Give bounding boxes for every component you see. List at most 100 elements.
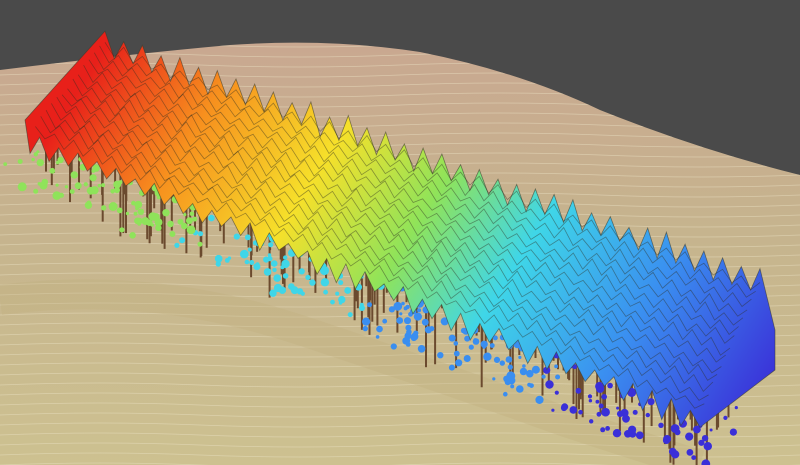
understory-point <box>390 343 397 350</box>
understory-point <box>480 340 488 348</box>
understory-point <box>174 242 180 248</box>
understory-point <box>359 302 364 307</box>
understory-point <box>622 414 630 423</box>
understory-point <box>37 182 42 186</box>
understory-point <box>628 425 637 434</box>
understory-point <box>300 291 305 296</box>
understory-point <box>17 159 23 164</box>
understory-point <box>282 273 289 279</box>
understory-point <box>729 428 738 436</box>
understory-point <box>179 237 186 244</box>
understory-point <box>177 218 184 225</box>
understory-point <box>263 268 272 276</box>
understory-point <box>110 188 115 194</box>
understory-point <box>404 317 411 325</box>
understory-point <box>691 455 697 460</box>
understory-point <box>399 312 403 316</box>
understory-point <box>723 415 728 420</box>
understory-point <box>186 225 196 235</box>
understory-point <box>69 189 75 194</box>
understory-point <box>162 209 170 217</box>
understory-point <box>545 380 554 389</box>
understory-point <box>268 242 274 248</box>
understory-point <box>155 224 162 232</box>
understory-point <box>402 337 411 345</box>
understory-point <box>249 260 255 265</box>
understory-point <box>214 254 223 263</box>
understory-point <box>347 312 353 318</box>
lidar-forest-point-cloud-scene <box>0 0 800 465</box>
understory-point <box>55 183 59 187</box>
understory-point <box>273 283 283 293</box>
understory-point <box>493 356 501 363</box>
understory-point <box>31 157 35 162</box>
understory-point <box>169 231 176 237</box>
understory-point <box>17 182 27 192</box>
understory-point <box>554 390 559 395</box>
understory-point <box>290 286 299 295</box>
understory-point <box>541 374 546 379</box>
understory-point <box>129 232 136 239</box>
understory-point <box>36 158 44 167</box>
understory-point <box>197 231 204 237</box>
understory-point <box>605 426 610 431</box>
understory-point <box>280 265 285 270</box>
understory-point <box>406 329 412 335</box>
understory-point <box>233 233 240 240</box>
understory-point <box>375 335 380 339</box>
understory-point <box>338 295 346 304</box>
understory-point <box>529 383 534 388</box>
understory-point <box>97 183 102 188</box>
understory-point <box>463 355 471 362</box>
understory-point <box>503 391 508 397</box>
understory-point <box>335 291 340 296</box>
understory-point <box>362 317 371 326</box>
understory-point <box>560 404 568 412</box>
understory-point <box>658 422 664 428</box>
understory-point <box>685 432 694 441</box>
understory-point <box>244 259 250 265</box>
understory-point <box>635 431 644 440</box>
understory-point <box>86 200 92 205</box>
understory-point <box>703 442 712 451</box>
understory-point <box>468 344 474 350</box>
understory-point <box>448 364 455 371</box>
understory-point <box>598 403 604 409</box>
understory-point <box>131 200 136 206</box>
understory-point <box>671 450 680 459</box>
understory-point <box>569 406 578 414</box>
understory-point <box>453 350 460 357</box>
understory-point <box>588 399 593 403</box>
understory-point <box>283 255 288 260</box>
understory-point <box>70 171 79 179</box>
understory-point <box>108 202 118 211</box>
understory-point <box>36 150 40 154</box>
understory-point <box>167 220 174 228</box>
understory-point <box>632 409 638 415</box>
understory-point <box>421 318 429 326</box>
understory-point <box>612 429 622 438</box>
understory-point <box>709 428 713 432</box>
understory-point <box>516 385 524 393</box>
understory-point <box>64 185 69 189</box>
understory-point <box>101 205 107 211</box>
understory-point <box>455 359 463 367</box>
understory-point <box>91 168 96 173</box>
understory-point <box>504 379 511 386</box>
understory-point <box>116 207 123 214</box>
understory-point <box>507 364 513 370</box>
understory-point <box>270 260 278 267</box>
understory-point <box>330 299 335 305</box>
understory-point <box>86 186 95 195</box>
understory-point <box>3 162 8 167</box>
understory-point <box>647 398 655 406</box>
understory-point <box>57 156 64 164</box>
understory-point <box>645 412 650 418</box>
understory-point <box>362 325 368 332</box>
understory-point <box>74 182 82 190</box>
understory-point <box>472 338 480 345</box>
understory-point <box>429 326 435 332</box>
understory-point <box>510 384 515 389</box>
understory-point <box>151 213 160 221</box>
understory-point <box>113 187 120 194</box>
